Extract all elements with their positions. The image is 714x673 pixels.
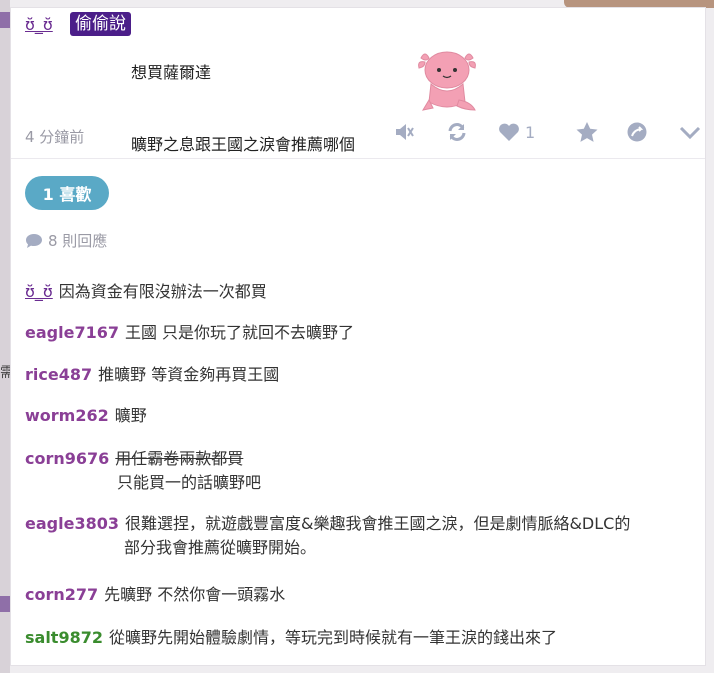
comment-text: 推曠野 等資金夠再買王國 <box>98 365 280 384</box>
comment-username[interactable]: salt9872 <box>25 628 103 647</box>
comment-username[interactable]: rice487 <box>25 365 92 384</box>
comment-item: salt9872 從曠野先開始體驗劇情，等玩完到時候就有一筆王淚的錢出來了 <box>25 626 557 650</box>
share-icon <box>627 122 647 142</box>
pink-axolotl-sticker <box>418 51 476 111</box>
comment-item: ʊ̆_ʊ̆ 因為資金有限沒辦法一次都買 <box>25 280 267 304</box>
more-options-button[interactable] <box>678 118 702 146</box>
comment-item: corn9676 用任霸卷兩款都買 只能買一的話曠野吧 <box>25 447 261 495</box>
comment-item: eagle3803 很難選捏，就遊戲豐富度&樂趣我會推王國之淚，但是劇情脈絡&DL… <box>25 512 630 560</box>
mute-icon <box>396 124 414 140</box>
comment-item: worm262 曠野 <box>25 404 147 428</box>
post-body: 想買薩爾達 曠野之息跟王國之淚會推薦哪個 <box>131 13 355 205</box>
comment-username[interactable]: ʊ̆_ʊ̆ <box>25 282 53 301</box>
like-button[interactable]: 1 <box>497 118 535 146</box>
background-accent <box>0 12 10 28</box>
post-header: ʊ̆_ʊ̆ 偷偷說 想買薩爾達 曠野之息跟王國之淚會推薦哪個 <box>25 12 691 154</box>
replies-count-label: 8 則回應 <box>48 232 108 250</box>
chevron-down-icon <box>679 126 701 140</box>
likes-button[interactable]: 1 喜歡 <box>25 176 109 210</box>
comment-text-continued: 部分我會推薦從曠野開始。 <box>124 538 317 557</box>
comment-username[interactable]: corn277 <box>25 585 98 604</box>
post-timestamp: 4 分鐘前 <box>25 128 85 146</box>
background-left-edge <box>0 0 10 673</box>
divider <box>11 158 705 159</box>
like-count: 1 <box>525 122 536 142</box>
comment-text: 王國 只是你玩了就回不去曠野了 <box>124 323 355 342</box>
comment-item: rice487 推曠野 等資金夠再買王國 <box>25 363 279 387</box>
replies-count[interactable]: 8 則回應 <box>25 230 107 251</box>
speech-bubble-icon <box>26 233 42 248</box>
post-actions-bar: 1 <box>393 118 701 146</box>
comment-text: 從曠野先開始體驗劇情，等玩完到時候就有一筆王淚的錢出來了 <box>108 628 557 647</box>
comment-username[interactable]: corn9676 <box>25 449 109 468</box>
post-line: 曠野之息跟王國之淚會推薦哪個 <box>131 135 356 154</box>
post-card: ʊ̆_ʊ̆ 偷偷說 想買薩爾達 曠野之息跟王國之淚會推薦哪個 4 分鐘前 1 1… <box>10 7 706 666</box>
favorite-button[interactable] <box>575 118 599 146</box>
post-line: 想買薩爾達 <box>131 63 212 82</box>
comment-text-continued: 只能買一的話曠野吧 <box>117 473 262 492</box>
heart-icon <box>499 123 519 141</box>
background-accent <box>0 596 10 612</box>
comment-username[interactable]: eagle7167 <box>25 323 119 342</box>
comment-text: 很難選捏，就遊戲豐富度&樂趣我會推王國之淚，但是劇情脈絡&DLC的 <box>124 514 631 533</box>
post-tag-badge[interactable]: 偷偷說 <box>70 12 131 36</box>
post-author[interactable]: ʊ̆_ʊ̆ <box>25 15 53 34</box>
star-icon <box>576 122 598 142</box>
comment-text: 先曠野 不然你會一頭霧水 <box>104 585 286 604</box>
comment-username[interactable]: worm262 <box>25 406 109 425</box>
comment-text: 用任霸卷兩款都買 <box>115 449 244 468</box>
comment-item: eagle7167 王國 只是你玩了就回不去曠野了 <box>25 321 354 345</box>
comment-username[interactable]: eagle3803 <box>25 514 119 533</box>
comment-item: corn277 先曠野 不然你會一頭霧水 <box>25 583 285 607</box>
repost-button[interactable] <box>445 118 469 146</box>
mute-button[interactable] <box>393 118 415 146</box>
comment-text: 曠野 <box>114 406 147 425</box>
repost-icon <box>448 123 466 141</box>
share-button[interactable] <box>625 118 649 146</box>
comment-text: 因為資金有限沒辦法一次都買 <box>58 282 267 301</box>
